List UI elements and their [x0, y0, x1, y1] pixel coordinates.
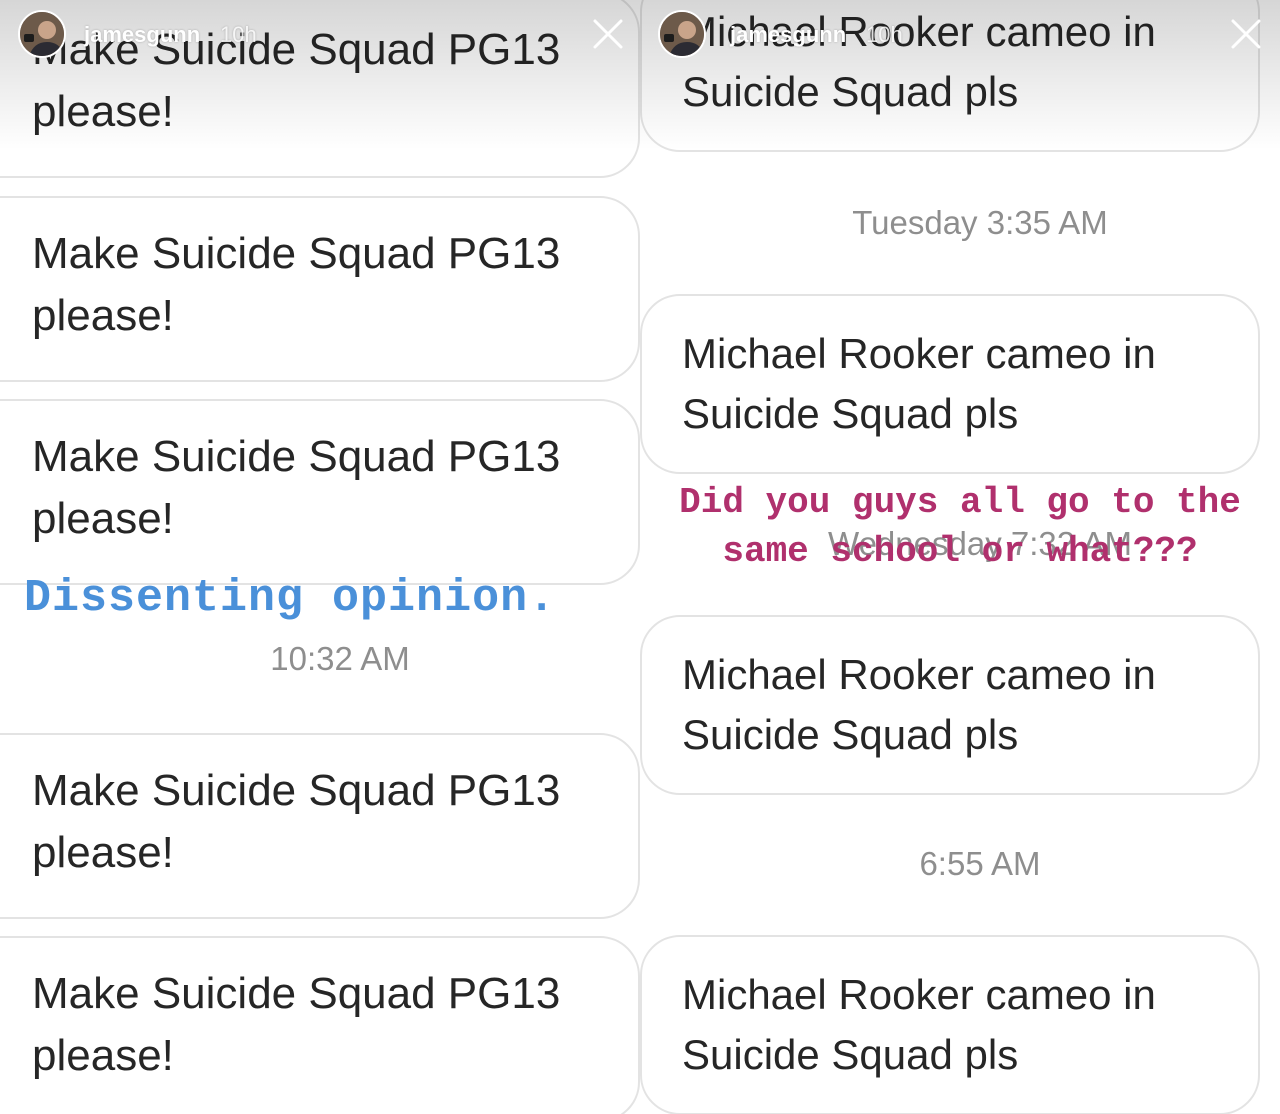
message-bubble: Make Suicide Squad PG13 please! [0, 733, 640, 919]
message-bubble: Make Suicide Squad PG13 please! [0, 399, 640, 585]
message-line: Make Suicide Squad PG13 [32, 229, 561, 278]
message-timestamp: Tuesday 3:35 AM [852, 204, 1108, 241]
story-panel-left: Make Suicide Squad PG13 please! Make Sui… [0, 0, 640, 1114]
message-line: Suicide Squad pls [682, 711, 1019, 758]
message-bubble: Michael Rooker cameo in Suicide Squad pl… [640, 615, 1260, 795]
story-panel-right: Michael Rooker cameo in Suicide Squad pl… [640, 0, 1280, 1114]
message-text: Make Suicide Squad PG13 please! [32, 963, 560, 1087]
story-username[interactable]: jamesgunn [730, 22, 846, 48]
message-line: Make Suicide Squad PG13 [32, 766, 561, 815]
avatar[interactable] [18, 10, 66, 58]
story-time-ago: 10h [866, 22, 903, 47]
message-bubble: Make Suicide Squad PG13 please! [0, 196, 640, 382]
message-line: Michael Rooker cameo in [682, 651, 1156, 698]
message-text: Michael Rooker cameo in Suicide Squad pl… [682, 645, 1156, 765]
message-line: please! [32, 828, 174, 877]
message-line: Suicide Squad pls [682, 1031, 1019, 1078]
message-line: Make Suicide Squad PG13 [32, 432, 561, 481]
message-line: Michael Rooker cameo in [682, 971, 1156, 1018]
message-text: Make Suicide Squad PG13 please! [32, 223, 560, 347]
story-username[interactable]: jamesgunn [84, 22, 200, 48]
message-line: Michael Rooker cameo in [682, 330, 1156, 377]
message-line: please! [32, 494, 174, 543]
message-timestamp: 6:55 AM [919, 845, 1041, 882]
story-time-ago: 10h [220, 22, 257, 47]
message-bubble: Make Suicide Squad PG13 please! [0, 936, 640, 1114]
message-line: please! [32, 87, 174, 136]
message-text: Michael Rooker cameo in Suicide Squad pl… [682, 324, 1156, 444]
message-text: Make Suicide Squad PG13 please! [32, 426, 560, 550]
message-line: please! [32, 291, 174, 340]
message-text: Make Suicide Squad PG13 please! [32, 760, 560, 884]
message-line: Make Suicide Squad PG13 [32, 969, 561, 1018]
message-line: please! [32, 1031, 174, 1080]
avatar[interactable] [658, 10, 706, 58]
message-text: Michael Rooker cameo in Suicide Squad pl… [682, 965, 1156, 1085]
message-text: Michael Rooker cameo in Suicide Squad pl… [682, 2, 1156, 122]
message-line: Suicide Squad pls [682, 390, 1019, 437]
close-icon[interactable] [1228, 16, 1264, 52]
story-caption: Dissenting opinion. [24, 573, 557, 624]
message-bubble: Michael Rooker cameo in Suicide Squad pl… [640, 294, 1260, 474]
close-icon[interactable] [590, 16, 626, 52]
message-timestamp: 10:32 AM [270, 640, 410, 677]
story-caption: Did you guys all go to the same school o… [679, 482, 1241, 572]
message-line: Suicide Squad pls [682, 68, 1019, 115]
message-bubble: Michael Rooker cameo in Suicide Squad pl… [640, 935, 1260, 1114]
